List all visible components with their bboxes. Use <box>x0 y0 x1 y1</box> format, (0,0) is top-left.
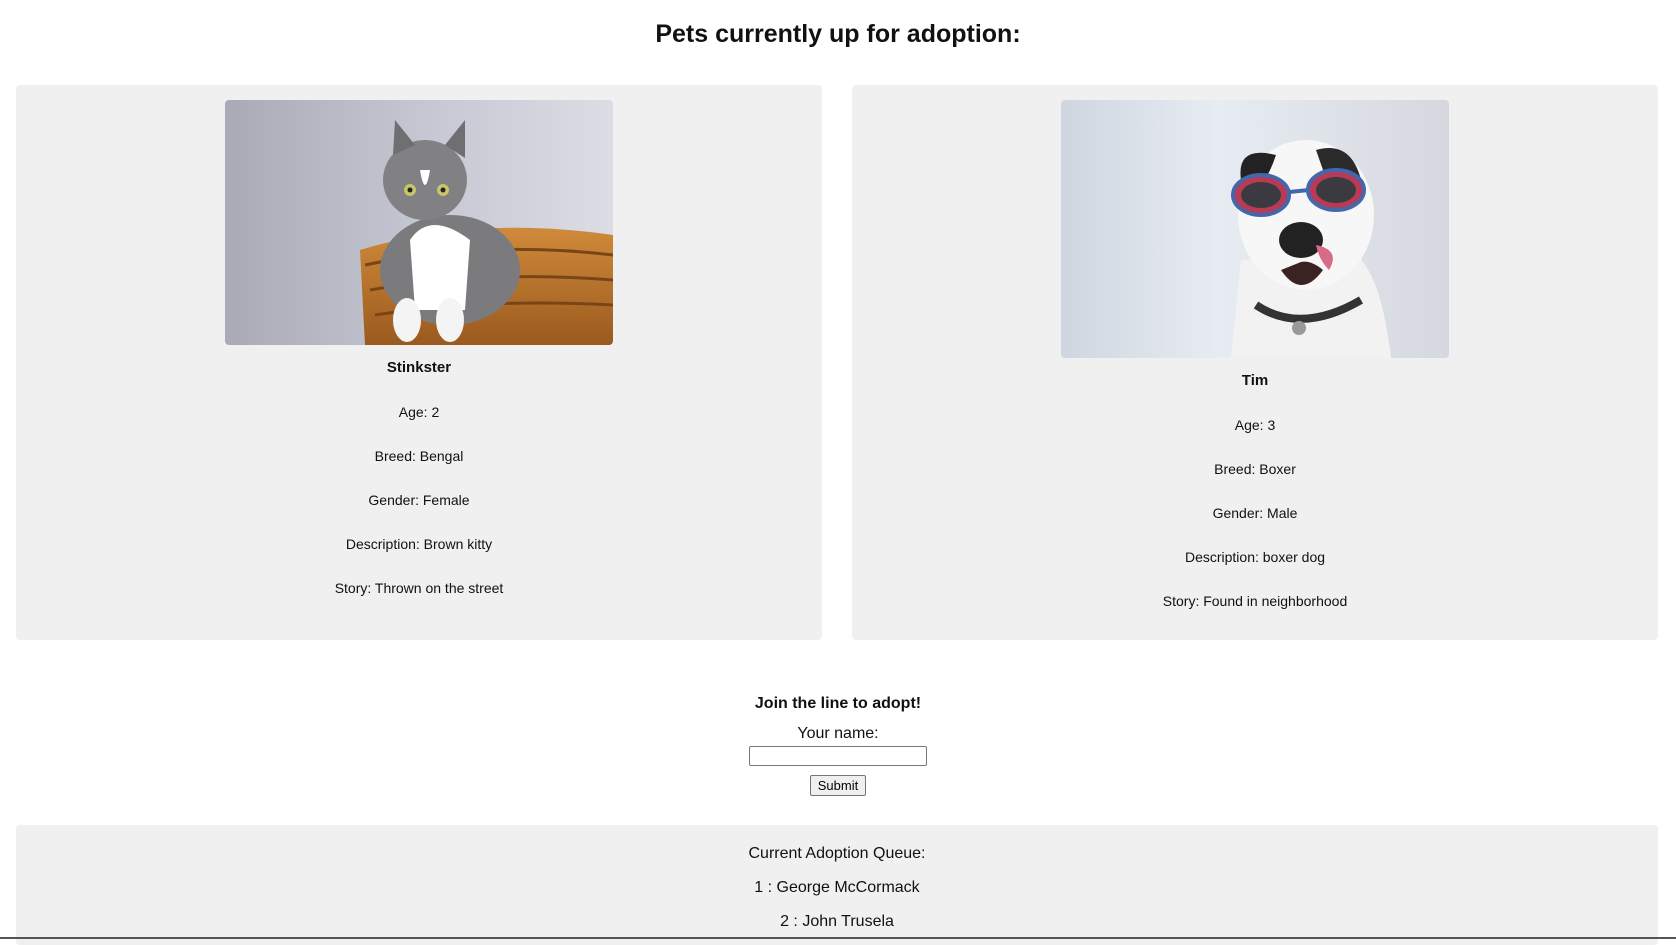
queue-entry: 2 : John Trusela <box>780 913 894 930</box>
adopt-heading: Join the line to adopt! <box>754 695 922 712</box>
pet-description: Description: boxer dog <box>1184 549 1326 565</box>
pet-name: Stinkster <box>386 359 452 376</box>
pet-name: Tim <box>1241 372 1269 389</box>
pet-photo-cat <box>225 100 613 345</box>
name-label: Your name: <box>797 725 879 742</box>
pet-description: Description: Brown kitty <box>345 536 493 552</box>
pet-breed: Breed: Bengal <box>374 448 464 464</box>
pet-gender: Gender: Male <box>1212 505 1298 521</box>
pet-gender: Gender: Female <box>368 492 470 508</box>
pet-card: Stinkster Age: 2 Breed: Bengal Gender: F… <box>16 85 822 640</box>
queue-entry: 1 : George McCormack <box>754 879 920 896</box>
pet-age: Age: 2 <box>398 404 440 420</box>
pet-age: Age: 3 <box>1234 417 1276 433</box>
adopt-form: Join the line to adopt! Your name: Submi… <box>0 688 1676 796</box>
page-title: Pets currently up for adoption: <box>655 20 1021 48</box>
pet-story: Story: Found in neighborhood <box>1162 593 1348 609</box>
submit-button[interactable]: Submit <box>809 775 867 796</box>
pet-breed: Breed: Boxer <box>1214 461 1296 477</box>
adoption-queue: Current Adoption Queue: 1 : George McCor… <box>16 825 1658 945</box>
pet-story: Story: Thrown on the street <box>334 580 504 596</box>
pet-photo-dog <box>1061 100 1449 358</box>
pet-card: Tim Age: 3 Breed: Boxer Gender: Male Des… <box>852 85 1658 640</box>
queue-title: Current Adoption Queue: <box>748 845 926 862</box>
name-input[interactable] <box>749 746 927 766</box>
